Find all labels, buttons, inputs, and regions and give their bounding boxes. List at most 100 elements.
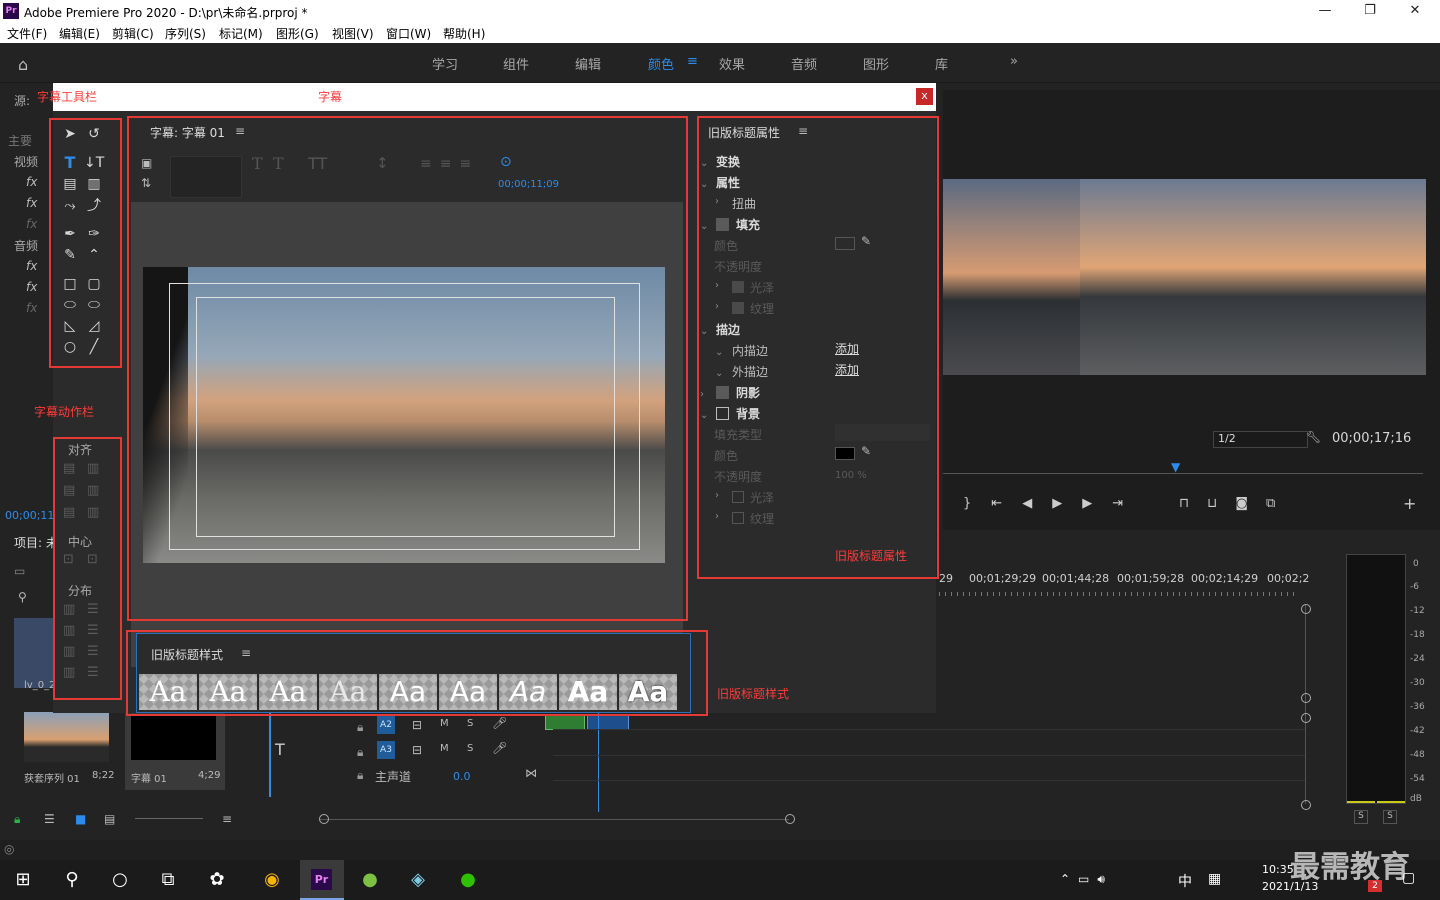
action-center-icon[interactable]: ▢ xyxy=(1402,870,1415,886)
meter-label: -30 xyxy=(1410,678,1425,688)
workspace-graphics[interactable]: 图形 xyxy=(863,54,889,73)
zoom-slider[interactable] xyxy=(135,818,203,819)
home-icon[interactable]: ⌂ xyxy=(18,55,28,74)
timeline-scrollbar[interactable] xyxy=(319,819,789,820)
track-lock-icon[interactable]: 🔒︎ xyxy=(357,745,363,760)
step-forward-icon[interactable]: ▶ xyxy=(1082,496,1112,511)
premiere-taskbar-item[interactable]: Pr xyxy=(300,860,344,900)
menu-graphics[interactable]: 图形(G) xyxy=(276,25,319,42)
menu-view[interactable]: 视图(V) xyxy=(332,25,374,42)
workspace-audio[interactable]: 音频 xyxy=(791,54,817,73)
track-solo[interactable]: S xyxy=(467,718,473,729)
maximize-button[interactable]: ❐ xyxy=(1350,2,1390,20)
playhead-line[interactable] xyxy=(269,707,271,797)
type-tool-icon[interactable]: T xyxy=(275,740,285,759)
system-tray-icons[interactable]: ⌃▭🔊︎ xyxy=(1060,872,1113,887)
vscroll-handle-bottom[interactable] xyxy=(1301,800,1311,810)
compare-icon[interactable]: ⧉ xyxy=(1266,496,1293,511)
workspace-learn[interactable]: 学习 xyxy=(432,54,458,73)
ime-indicator[interactable]: 中 xyxy=(1178,871,1192,891)
track-a3-button[interactable]: A3 xyxy=(377,741,395,759)
track-output-icon[interactable]: ⊟ xyxy=(412,743,422,757)
track-lock-icon[interactable]: 🔒︎ xyxy=(357,720,363,735)
notes-app-icon[interactable]: ◈ xyxy=(405,868,431,892)
tab-main[interactable]: 主要 xyxy=(8,132,32,149)
play-icon[interactable]: ▶ xyxy=(1052,496,1082,511)
scroll-handle-right[interactable] xyxy=(785,814,795,824)
more-workspaces-icon[interactable]: » xyxy=(1010,54,1018,69)
menu-clip[interactable]: 剪辑(C) xyxy=(112,25,154,42)
workspace-color[interactable]: 颜色 xyxy=(648,54,674,73)
workspace-menu-icon[interactable]: ≡ xyxy=(687,54,698,69)
chrome-icon[interactable]: ◉ xyxy=(259,868,285,892)
clip-thumbnail[interactable] xyxy=(14,618,54,688)
lock-icon[interactable]: 🔒︎ xyxy=(14,812,20,827)
go-to-in-icon[interactable]: ⇤ xyxy=(991,496,1022,511)
wechat-icon[interactable]: ● xyxy=(455,868,481,892)
vscroll-handle-top[interactable] xyxy=(1301,604,1311,614)
dialog-close-button[interactable]: x xyxy=(916,88,933,105)
menu-file[interactable]: 文件(F) xyxy=(7,25,47,42)
clock-time[interactable]: 10:35 xyxy=(1262,863,1294,876)
keyboard-icon[interactable]: ▦ xyxy=(1208,871,1221,887)
wrench-icon[interactable]: 🔧︎ xyxy=(1306,430,1321,444)
green-app-icon[interactable]: ● xyxy=(357,868,383,892)
microphone-icon[interactable]: 🎤︎ xyxy=(492,716,507,730)
workspace-assembly[interactable]: 组件 xyxy=(503,54,529,73)
solo-right-button[interactable]: S xyxy=(1383,810,1397,824)
search-icon[interactable]: ⚲ xyxy=(18,590,27,604)
step-back-icon[interactable]: ◀ xyxy=(1022,496,1052,511)
program-scrubber[interactable] xyxy=(943,473,1423,474)
minimize-button[interactable]: — xyxy=(1305,2,1345,20)
vscroll-handle-mid[interactable] xyxy=(1301,693,1311,703)
pinwheel-app-icon[interactable]: ✿ xyxy=(204,868,230,892)
windows-start-icon[interactable]: ⊞ xyxy=(10,868,36,892)
program-timecode[interactable]: 00;00;17;16 xyxy=(1332,431,1411,446)
audio-clip-a1[interactable] xyxy=(545,714,585,730)
master-volume[interactable]: 0.0 xyxy=(453,770,471,783)
extract-icon[interactable]: ⊔ xyxy=(1207,496,1235,511)
scale-dropdown[interactable]: 1/2 xyxy=(1213,431,1308,448)
menu-marker[interactable]: 标记(M) xyxy=(219,25,263,42)
track-output-icon[interactable]: ⊟ xyxy=(412,718,422,732)
add-button-icon[interactable]: + xyxy=(1403,494,1416,513)
audio-clip-a1b[interactable] xyxy=(587,714,629,730)
workspace-libraries[interactable]: 库 xyxy=(935,54,948,73)
time-ruler[interactable]: 29 00;01;29;29 00;01;44;28 00;01;59;28 0… xyxy=(939,570,1309,600)
track-solo[interactable]: S xyxy=(467,743,473,754)
sequence-thumbnail[interactable] xyxy=(24,712,109,762)
vscroll-handle-mid2[interactable] xyxy=(1301,713,1311,723)
search-icon[interactable]: ⚲ xyxy=(59,868,85,892)
master-split-icon[interactable]: ⋈ xyxy=(525,766,537,780)
microphone-icon[interactable]: 🎤︎ xyxy=(492,741,507,755)
cortana-icon[interactable]: ○ xyxy=(107,868,133,892)
scroll-handle-left[interactable] xyxy=(319,814,329,824)
vertical-scrollbar[interactable] xyxy=(1305,604,1306,804)
go-to-out-icon[interactable]: ⇥ xyxy=(1112,496,1143,511)
menu-window[interactable]: 窗口(W) xyxy=(386,25,431,42)
mark-out-icon[interactable]: } xyxy=(963,496,991,511)
sort-icon[interactable]: ≡ xyxy=(222,812,232,826)
menu-sequence[interactable]: 序列(S) xyxy=(165,25,206,42)
workspace-effects[interactable]: 效果 xyxy=(719,54,745,73)
master-lock-icon[interactable]: 🔒︎ xyxy=(357,768,363,783)
project-tab[interactable]: 项目: 未 xyxy=(14,534,58,551)
close-button[interactable]: ✕ xyxy=(1395,2,1435,20)
task-view-icon[interactable]: ⧉ xyxy=(155,868,181,892)
track-mute[interactable]: M xyxy=(440,743,449,754)
workspace-editing[interactable]: 编辑 xyxy=(575,54,601,73)
track-mute[interactable]: M xyxy=(440,718,449,729)
title-item-duration: 4;29 xyxy=(198,770,221,781)
icon-view-icon[interactable]: ■ xyxy=(75,812,86,826)
list-view-icon[interactable]: ☰ xyxy=(44,812,55,826)
menu-help[interactable]: 帮助(H) xyxy=(443,25,485,42)
camera-icon[interactable]: ◙ xyxy=(1235,496,1266,511)
freeform-view-icon[interactable]: ▤ xyxy=(104,812,115,826)
source-timecode[interactable]: 00;00;11; xyxy=(5,509,58,522)
solo-left-button[interactable]: S xyxy=(1354,810,1368,824)
track-a2-button[interactable]: A2 xyxy=(377,716,395,734)
lift-icon[interactable]: ⊓ xyxy=(1179,496,1207,511)
playhead-marker-icon[interactable]: ▼ xyxy=(1171,460,1180,474)
menu-edit[interactable]: 编辑(E) xyxy=(59,25,100,42)
timeline-playhead[interactable] xyxy=(598,706,599,812)
